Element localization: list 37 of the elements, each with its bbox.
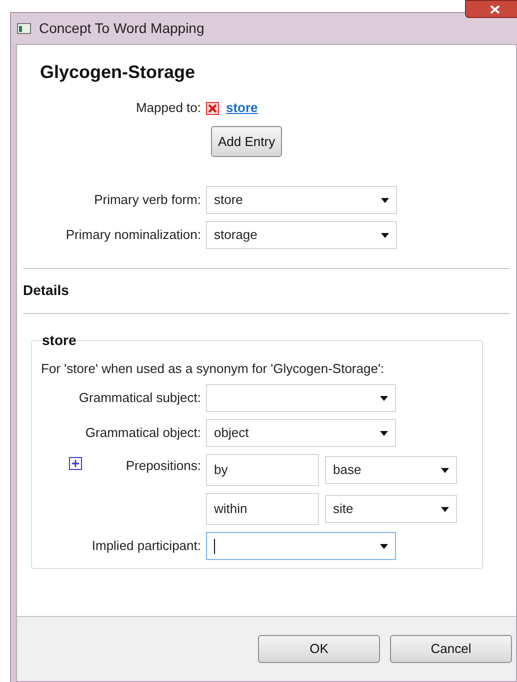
- window-icon: [17, 23, 31, 34]
- dropdown-field[interactable]: storage: [206, 221, 397, 249]
- add-entry-button[interactable]: Add Entry: [211, 126, 282, 157]
- dropdown-field[interactable]: store: [206, 186, 397, 214]
- mapped-to-label: Mapped to:: [136, 100, 201, 115]
- field-label: Grammatical subject:: [78, 390, 201, 405]
- dropdown-arrow-icon: [441, 468, 449, 472]
- add-icon[interactable]: [69, 457, 82, 470]
- field-label: Grammatical object:: [85, 425, 201, 440]
- preposition-field[interactable]: by: [206, 454, 319, 486]
- close-icon: [490, 4, 500, 14]
- text-cursor: [214, 538, 215, 554]
- dropdown-arrow-icon: [380, 544, 388, 548]
- dropdown-field[interactable]: site: [325, 495, 457, 523]
- dropdown-arrow-icon: [380, 430, 388, 436]
- remove-icon[interactable]: [206, 102, 219, 114]
- dropdown-arrow-icon: [381, 232, 389, 238]
- dropdown-field[interactable]: [206, 532, 396, 560]
- dialog-button[interactable]: OK: [258, 635, 380, 663]
- dropdown-arrow-icon: [441, 506, 449, 512]
- field-label: Primary verb form:: [94, 192, 201, 207]
- field-label: Implied participant:: [92, 538, 201, 553]
- dropdown-field[interactable]: object: [206, 419, 396, 447]
- preposition-field[interactable]: within: [206, 493, 319, 525]
- dropdown-arrow-icon: [381, 198, 389, 202]
- mapped-word-link[interactable]: store: [226, 98, 258, 118]
- field-label: Primary nominalization:: [66, 227, 201, 242]
- field-label: Prepositions:: [126, 457, 201, 475]
- group-description: For 'store' when used as a synonym for 'Glycogen-Storage':: [41, 361, 384, 376]
- dropdown-arrow-icon: [380, 396, 388, 400]
- section-heading: Details: [23, 282, 69, 298]
- dropdown-field[interactable]: [206, 384, 396, 412]
- window-title: Concept To Word Mapping: [39, 19, 204, 38]
- close-button[interactable]: [465, 0, 517, 18]
- concept-title: Glycogen-Storage: [40, 62, 196, 82]
- dropdown-field[interactable]: base: [325, 456, 457, 484]
- dialog-button[interactable]: Cancel: [390, 635, 512, 663]
